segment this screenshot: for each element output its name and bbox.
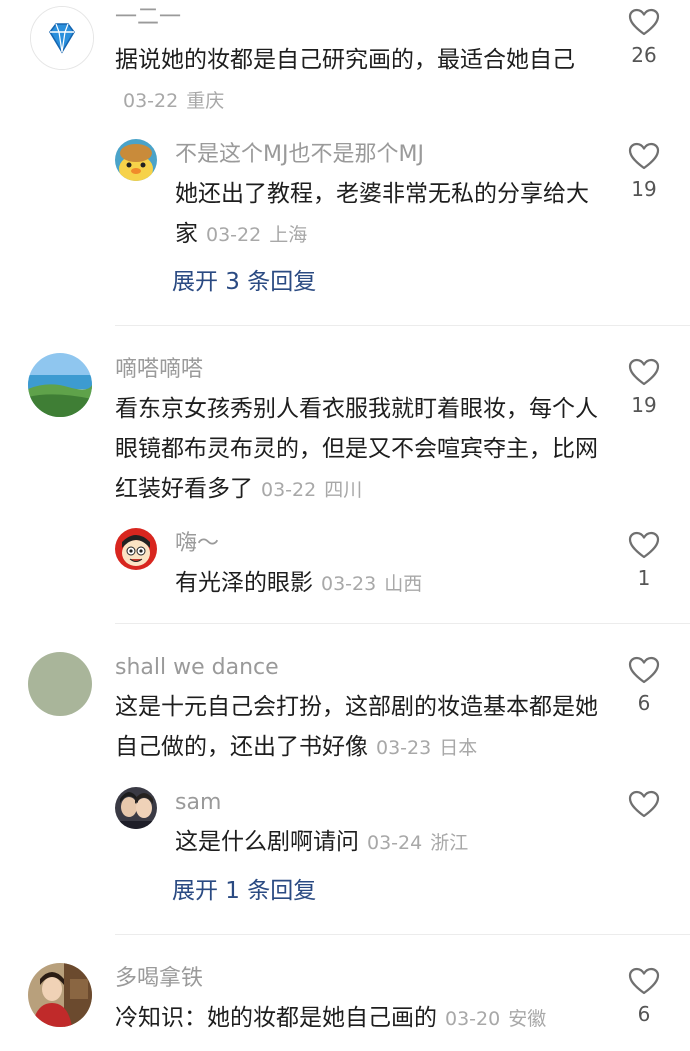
comment-date: 03-22	[261, 479, 317, 501]
reply-date: 03-24	[367, 832, 423, 854]
diamond-icon	[31, 7, 93, 69]
duck-icon	[115, 139, 157, 181]
like-button[interactable]: 6	[614, 655, 674, 715]
heart-icon	[628, 8, 660, 36]
avatar[interactable]	[115, 787, 157, 829]
comment-text: 冷知识：她的妆都是她自己画的 03-20 安徽	[115, 998, 605, 1039]
avatar[interactable]	[28, 963, 92, 1027]
reply-username[interactable]: 不是这个MJ也不是那个MJ	[175, 141, 424, 169]
avatar[interactable]	[28, 652, 92, 716]
divider	[115, 325, 690, 326]
comment-body: 冷知识：她的妆都是她自己画的	[115, 1005, 437, 1031]
reply-location: 浙江	[430, 832, 469, 854]
heart-icon	[628, 142, 660, 170]
like-count: 1	[637, 566, 651, 590]
avatar[interactable]	[28, 353, 92, 417]
reply-body: 有光泽的眼影	[175, 570, 313, 596]
like-button[interactable]: 19	[614, 357, 674, 417]
comment-text: 这是十元自己会打扮，这部剧的妆造基本都是她自己做的，还出了书好像 03-23 日本	[115, 687, 605, 768]
heart-icon	[628, 790, 660, 818]
reply-text: 有光泽的眼影 03-23 山西	[175, 563, 595, 604]
reply-text: 这是什么剧啊请问 03-24 浙江	[175, 822, 595, 863]
comment-body: 据说她的妆都是自己研究画的，最适合她自己	[115, 47, 575, 73]
comment-username[interactable]: 嘀嗒嘀嗒	[115, 356, 203, 384]
like-button[interactable]: 26	[614, 7, 674, 67]
like-button[interactable]: 1	[614, 530, 674, 590]
comment-text: 看东京女孩秀别人看衣服我就盯着眼妆，每个人眼镜都布灵布灵的，但是又不会喧宾夺主，…	[115, 389, 605, 510]
comment-username[interactable]: 多喝拿铁	[115, 965, 203, 993]
heart-icon	[628, 358, 660, 386]
avatar[interactable]	[30, 6, 94, 70]
divider	[115, 934, 690, 935]
comment-location: 重庆	[186, 90, 225, 112]
reply-body: 这是什么剧啊请问	[175, 829, 359, 855]
avatar[interactable]	[115, 528, 157, 570]
comment-date: 03-22	[123, 90, 179, 112]
reply-date: 03-22	[206, 224, 262, 246]
comment-location: 安徽	[508, 1008, 547, 1030]
like-button[interactable]: 19	[614, 141, 674, 201]
comment-text: 据说她的妆都是自己研究画的，最适合她自己 03-22 重庆	[115, 40, 605, 121]
like-count: 6	[637, 691, 651, 715]
reply-date: 03-23	[321, 573, 377, 595]
comment-location: 四川	[324, 479, 363, 501]
comment-date: 03-23	[376, 737, 432, 759]
like-count: 19	[631, 177, 657, 201]
comment-date: 03-20	[445, 1008, 501, 1030]
landscape-icon	[28, 353, 92, 417]
like-button[interactable]	[614, 789, 674, 825]
reply-location: 山西	[384, 573, 423, 595]
reply-text: 她还出了教程，老婆非常无私的分享给大家 03-22 上海	[175, 174, 595, 255]
reply-username[interactable]: 嗨～	[175, 530, 219, 558]
plain-avatar-icon	[28, 652, 92, 716]
comment-location: 日本	[439, 737, 478, 759]
like-count: 6	[637, 1002, 651, 1026]
couple-photo-icon	[115, 787, 157, 829]
avatar[interactable]	[115, 139, 157, 181]
expand-replies-link[interactable]: 展开 1 条回复	[172, 876, 316, 906]
like-button[interactable]: 6	[614, 966, 674, 1026]
like-count: 19	[631, 393, 657, 417]
heart-icon	[628, 656, 660, 684]
heart-icon	[628, 967, 660, 995]
comment-username[interactable]: shall we dance	[115, 654, 279, 682]
comment-body: 这是十元自己会打扮，这部剧的妆造基本都是她自己做的，还出了书好像	[115, 694, 598, 760]
cartoon-face-icon	[115, 528, 157, 570]
divider	[115, 623, 690, 624]
photo-avatar-icon	[28, 963, 92, 1027]
heart-icon	[628, 531, 660, 559]
expand-replies-link[interactable]: 展开 3 条回复	[172, 267, 316, 297]
reply-username[interactable]: sam	[175, 789, 221, 817]
reply-location: 上海	[269, 224, 308, 246]
like-count: 26	[631, 43, 657, 67]
comment-username[interactable]: 一二一	[115, 4, 181, 32]
